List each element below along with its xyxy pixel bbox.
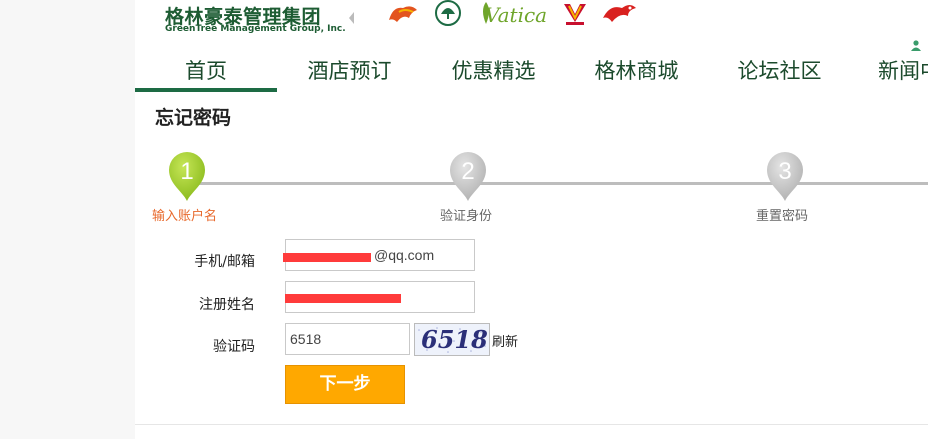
refresh-captcha-link[interactable]: 刷新 — [492, 331, 518, 350]
name-redaction-mark — [285, 294, 401, 303]
next-step-button[interactable]: 下一步 — [285, 365, 405, 404]
nav-item-mall[interactable]: 格林商城 — [565, 52, 708, 90]
captcha-image[interactable]: 6518 — [414, 323, 490, 356]
nav-item-deals[interactable]: 优惠精选 — [422, 52, 565, 90]
brand-red-dragon-logo-icon[interactable] — [600, 0, 638, 26]
captcha-input[interactable]: 6518 — [285, 323, 410, 355]
steps-progress-line — [185, 182, 928, 185]
name-label: 注册姓名 — [199, 297, 255, 313]
nav-item-hotel-booking[interactable]: 酒店预订 — [277, 52, 422, 90]
logo-english-name[interactable]: GreenTree Management Group, Inc. — [165, 24, 346, 34]
step-3-marker-icon: 3 — [767, 152, 803, 201]
account-label: 手机/邮箱 — [194, 254, 255, 270]
brand-vatica-logo[interactable]: Vatica — [485, 3, 547, 27]
step-3-label: 重置密码 — [756, 209, 809, 224]
footer-divider — [135, 424, 928, 425]
step-1-label: 输入账户名 — [152, 209, 218, 224]
nav-item-news[interactable]: 新闻中 — [851, 52, 928, 90]
step-1-marker-icon: 1 — [169, 152, 205, 201]
step-1-number: 1 — [180, 158, 193, 185]
step-2-label: 验证身份 — [440, 209, 493, 224]
logo-divider-arrow — [349, 12, 354, 24]
page-title: 忘记密码 — [155, 107, 232, 129]
step-2-marker-icon: 2 — [450, 152, 486, 201]
step-2-number: 2 — [461, 158, 474, 185]
page-container: 格林豪泰管理集团 GreenTree Management Group, Inc… — [135, 0, 928, 439]
user-icon[interactable] — [911, 40, 921, 51]
captcha-label: 验证码 — [213, 339, 255, 355]
step-3-number: 3 — [778, 158, 791, 185]
account-redaction-mark — [283, 253, 371, 262]
brand-dragon-logo-icon[interactable] — [385, 0, 421, 26]
nav-item-forum[interactable]: 论坛社区 — [708, 52, 851, 90]
captcha-text: 6518 — [421, 325, 488, 354]
nav-item-home[interactable]: 首页 — [135, 52, 277, 92]
brand-greentree-inn-logo-icon[interactable] — [433, 0, 463, 28]
brand-gya-hotel-logo-icon[interactable] — [560, 0, 590, 28]
main-nav: 首页 酒店预订 优惠精选 格林商城 论坛社区 新闻中 — [135, 52, 928, 94]
